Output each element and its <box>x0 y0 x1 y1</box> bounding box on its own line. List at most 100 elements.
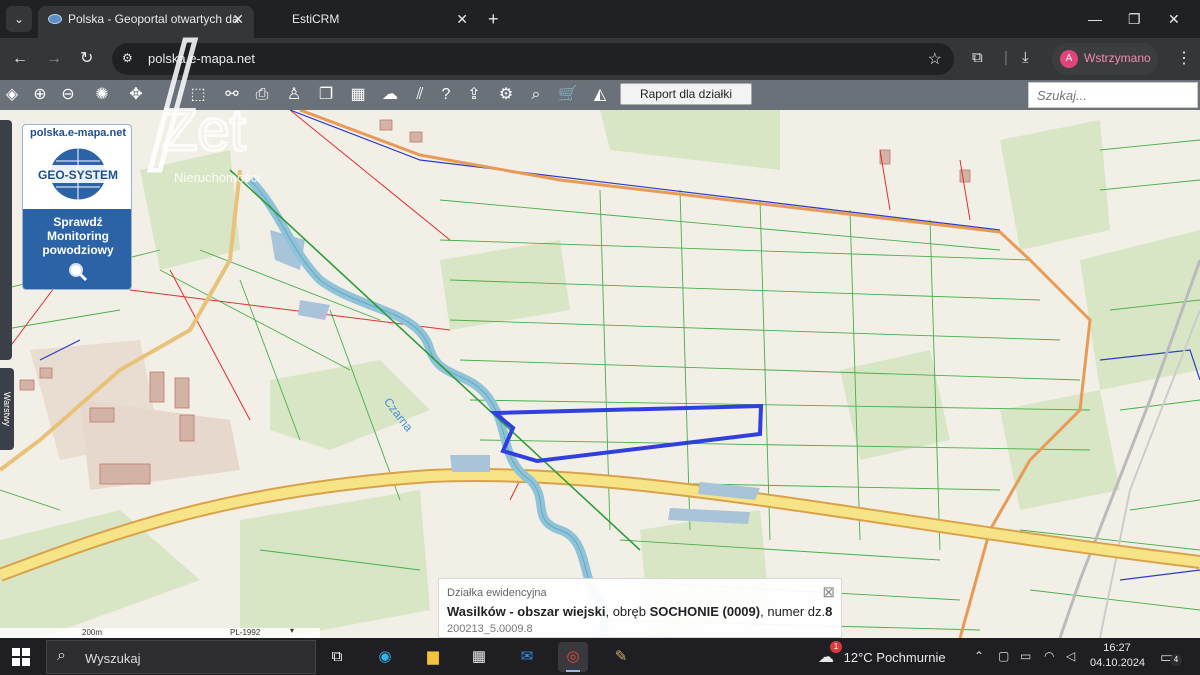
clock-date: 04.10.2024 <box>1090 657 1146 669</box>
popup-title: Działka ewidencyjna <box>447 587 547 599</box>
pan-icon[interactable]: ✥ <box>124 83 148 107</box>
browser-tab-bar: ⌄ Polska - Geoportal otwartych da ✕ Esti… <box>0 0 1200 38</box>
browser-menu-icon[interactable]: ⋮ <box>1176 48 1192 68</box>
tab-search-dropdown-icon[interactable]: ⌄ <box>6 6 32 32</box>
close-window-icon[interactable]: ✕ <box>1168 6 1180 32</box>
address-bar: ← → ↻ ⚙ polska.e-mapa.net ☆ ⧉ | ⤓ A Wstr… <box>0 38 1200 80</box>
weather-text: 12°C Pochmurnie <box>843 650 946 665</box>
geoportal-favicon-icon <box>48 14 62 24</box>
geo-system-logo-panel[interactable]: polska.e-mapa.net GEO-SYSTEM Sprawdź Mon… <box>22 124 132 290</box>
close-tab-icon[interactable]: ✕ <box>456 6 468 32</box>
task-view-icon[interactable]: ⧉ <box>322 642 352 672</box>
parcel-info-popup: Działka ewidencyjna ⊠ Wasilków - obszar … <box>438 578 842 638</box>
vegetation-areas <box>0 110 1200 638</box>
layers-panel-tab[interactable]: Warstwy <box>0 368 14 450</box>
link-icon[interactable]: ⚯ <box>220 83 244 107</box>
copy-icon[interactable]: ❐ <box>314 83 338 107</box>
notification-icon[interactable]: ▭ 4 <box>1160 648 1182 666</box>
crs-label: PL-1992 <box>230 628 261 637</box>
zoom-out-icon[interactable]: ⊖ <box>56 83 80 107</box>
notification-count: 4 <box>1170 654 1182 666</box>
minimize-icon[interactable]: — <box>1088 6 1102 32</box>
taskbar-search[interactable]: ⌕ Wyszukaj <box>46 640 316 674</box>
weather-badge: 1 <box>830 641 842 653</box>
windows-taskbar: ⌕ Wyszukaj ⧉ ◉ ▆ ▦ ✉ ◎ ✎ ☁ 1 12°C Pochmu… <box>0 638 1200 675</box>
tab-geoportal[interactable]: Polska - Geoportal otwartych da ✕ <box>38 6 254 38</box>
edge-icon[interactable]: ◉ <box>370 642 400 672</box>
bookmark-star-icon[interactable]: ☆ <box>928 49 942 69</box>
flood-line-1: Sprawdź <box>53 215 103 229</box>
logo-brand-text: GEO-SYSTEM <box>38 168 118 182</box>
help-icon[interactable]: ? <box>434 83 458 107</box>
logo-site-name: polska.e-mapa.net <box>30 127 126 139</box>
url-text[interactable]: polska.e-mapa.net <box>148 51 255 66</box>
weather-widget[interactable]: ☁ 1 12°C Pochmurnie <box>818 641 946 667</box>
clock-time: 16:27 <box>1103 642 1131 654</box>
paint-icon[interactable]: ✎ <box>606 642 636 672</box>
flood-line-2: Monitoring <box>47 229 109 243</box>
scale-bar: 200m PL-1992 ▾ <box>0 626 320 638</box>
zoom-in-icon[interactable]: ⊕ <box>28 83 52 107</box>
map-base-layer <box>0 110 1200 638</box>
profile-avatar: A <box>1060 50 1078 68</box>
tab-title: EstiCRM <box>292 12 340 26</box>
print-icon[interactable]: ⎙ <box>250 83 274 107</box>
magnifier-icon <box>69 263 88 281</box>
store-icon[interactable]: ▦ <box>464 642 494 672</box>
profile-status: Wstrzymano <box>1084 51 1151 65</box>
toolbar-divider: | <box>1004 49 1008 66</box>
settings-icon[interactable]: ⚙ <box>494 83 518 107</box>
battery-icon[interactable]: ▭ <box>1020 649 1031 663</box>
street-view-icon[interactable]: ♙ <box>282 83 306 107</box>
tab-esticrm[interactable]: EstiCRM ✕ <box>256 6 478 38</box>
crs-dropdown-icon[interactable]: ▾ <box>290 626 294 635</box>
parcel-description: Wasilków - obszar wiejski, obręb SOCHONI… <box>447 604 832 619</box>
chrome-icon[interactable]: ◎ <box>558 642 588 672</box>
cloud-upload-icon[interactable]: ⇪ <box>462 83 486 107</box>
parcel-id: 200213_5.0009.8 <box>447 623 533 635</box>
globe-logo-icon: GEO-SYSTEM <box>33 147 123 201</box>
cart-icon[interactable]: 🛒 <box>556 83 580 107</box>
reload-icon[interactable]: ↻ <box>80 48 93 70</box>
map-toolbar: ◈ ⊕ ⊖ ✺ ✥ ⬚ ⚯ ⎙ ♙ ❐ ▦ ☁ ⫽ ? ⇪ ⚙ ⌕ 🛒 ◭ Ra… <box>0 80 1200 110</box>
parcel-number: 8 <box>825 604 833 619</box>
wifi-icon[interactable]: ◠ <box>1044 649 1054 663</box>
close-tab-icon[interactable]: ✕ <box>232 6 244 32</box>
downloads-icon[interactable]: ⤓ <box>1022 49 1029 66</box>
area-name: Wasilków - obszar wiejski <box>447 604 606 619</box>
comment-icon[interactable]: ☁ <box>378 83 402 107</box>
map-canvas[interactable]: Czarna <box>0 110 1200 638</box>
sep-number: , numer dz. <box>760 604 826 619</box>
meet-icon[interactable]: ▢ <box>998 649 1009 663</box>
tray-chevron-icon[interactable]: ⌃ <box>974 649 984 663</box>
layout-icon[interactable]: ▦ <box>346 83 370 107</box>
measure-icon[interactable]: ⫽ <box>408 83 432 107</box>
file-explorer-icon[interactable]: ▆ <box>418 642 448 672</box>
tab-title: Polska - Geoportal otwartych da <box>68 12 239 26</box>
site-info-icon[interactable]: ⚙ <box>122 51 136 65</box>
search-map-icon[interactable]: ⌕ <box>524 83 548 107</box>
forward-icon[interactable]: → <box>46 48 62 70</box>
taskbar-clock[interactable]: 16:27 04.10.2024 <box>1090 641 1146 671</box>
profile-button[interactable]: A Wstrzymano <box>1052 43 1158 75</box>
layers-icon[interactable]: ◈ <box>0 83 24 107</box>
restore-icon[interactable]: ❐ <box>1128 6 1141 32</box>
back-icon[interactable]: ← <box>12 48 28 70</box>
extensions-icon[interactable]: ⧉ <box>972 49 983 66</box>
mail-icon[interactable]: ✉ <box>512 642 542 672</box>
full-extent-icon[interactable]: ✺ <box>90 83 114 107</box>
new-tab-icon[interactable]: + <box>488 6 499 32</box>
side-panel-handle[interactable] <box>0 120 12 360</box>
flood-monitor-banner[interactable]: Sprawdź Monitoring powodziowy <box>23 209 131 289</box>
terrain-icon[interactable]: ◭ <box>588 83 612 107</box>
select-icon[interactable]: ⬚ <box>186 83 210 107</box>
search-icon: ⌕ <box>57 647 66 664</box>
windows-start-icon[interactable] <box>12 648 30 666</box>
close-popup-icon[interactable]: ⊠ <box>822 583 835 601</box>
url-omnibox[interactable]: ⚙ polska.e-mapa.net ☆ <box>112 43 954 75</box>
sep-precinct: , obręb <box>605 604 650 619</box>
map-search-input[interactable] <box>1029 83 1197 107</box>
volume-icon[interactable]: ◁ <box>1066 649 1075 663</box>
report-button[interactable]: Raport dla działki <box>620 83 752 105</box>
map-search-box[interactable] <box>1028 82 1198 108</box>
